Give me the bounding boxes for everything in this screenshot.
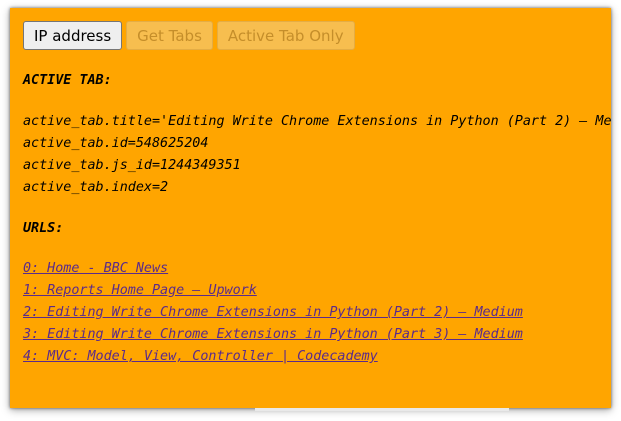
url-link[interactable]: 0: Home - BBC News [23,258,168,280]
url-link[interactable]: 4: MVC: Model, View, Controller | Codeca… [23,346,378,368]
url-link[interactable]: 1: Reports Home Page – Upwork [23,280,257,302]
extension-popup: IP address Get Tabs Active Tab Only ACTI… [10,8,611,408]
active-tab-js-id: active_tab.js_id=1244349351 [23,158,241,173]
url-list-item: 4: MVC: Model, View, Controller | Codeca… [23,346,611,368]
toolbar: IP address Get Tabs Active Tab Only [23,21,355,50]
active-tab-title: active_tab.title='Editing Write Chrome E… [23,114,611,129]
active-tab-index: active_tab.index=2 [23,180,169,195]
active-tab-only-button[interactable]: Active Tab Only [216,21,355,50]
url-list-item: 3: Editing Write Chrome Extensions in Py… [23,324,611,346]
url-list-item: 1: Reports Home Page – Upwork [23,280,611,302]
active-tab-heading: ACTIVE TAB: [23,73,112,88]
url-list-item: 2: Editing Write Chrome Extensions in Py… [23,302,611,324]
url-link[interactable]: 3: Editing Write Chrome Extensions in Py… [23,324,523,346]
active-tab-id: active_tab.id=548625204 [23,136,209,151]
urls-heading: URLS: [23,221,64,236]
page-behind-strip [255,408,509,411]
output-panel: ACTIVE TAB: active_tab.title='Editing Wr… [23,70,611,368]
url-list-item: 0: Home - BBC News [23,258,611,280]
url-link[interactable]: 2: Editing Write Chrome Extensions in Py… [23,302,523,324]
ip-address-button[interactable]: IP address [23,21,123,50]
get-tabs-button[interactable]: Get Tabs [126,21,213,50]
